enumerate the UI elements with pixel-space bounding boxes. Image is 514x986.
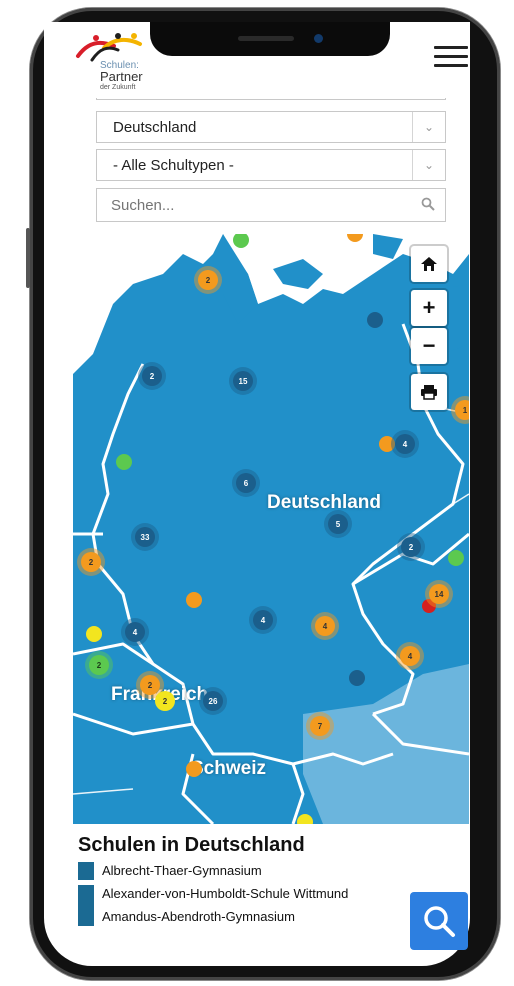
cluster-marker[interactable]: 4: [253, 610, 273, 630]
map-label-switzerland: Schweiz: [191, 758, 266, 779]
cluster-marker[interactable]: 4: [315, 616, 335, 636]
map-label-germany: Deutschland: [267, 492, 382, 513]
cluster-marker[interactable]: 14: [429, 584, 449, 604]
chevron-down-icon: ⌄: [412, 112, 445, 142]
search-field[interactable]: [96, 188, 446, 222]
cluster-marker[interactable]: 2: [140, 675, 160, 695]
map-home-button[interactable]: [411, 246, 447, 282]
cluster-marker[interactable]: 2: [198, 270, 218, 290]
search-icon[interactable]: [421, 197, 435, 211]
school-marker[interactable]: [186, 592, 202, 608]
print-icon: [421, 385, 437, 400]
logo-swoosh-icon: [76, 33, 142, 62]
school-marker[interactable]: [186, 761, 202, 777]
cluster-marker[interactable]: 4: [395, 434, 415, 454]
list-bullet: [78, 908, 94, 926]
chevron-down-icon: ⌄: [412, 150, 445, 180]
school-marker[interactable]: [116, 454, 132, 470]
hamburger-menu-icon[interactable]: [434, 46, 468, 68]
cluster-marker[interactable]: 4: [125, 622, 145, 642]
cluster-marker[interactable]: 2: [401, 537, 421, 557]
school-map[interactable]: + − Deutschland Frankreich Schweiz 2 2 1…: [73, 234, 469, 824]
list-title: Schulen in Deutschland: [78, 834, 305, 856]
school-type-select[interactable]: - Alle Schultypen - ⌄: [96, 149, 446, 181]
zoom-in-button[interactable]: +: [411, 290, 447, 326]
cluster-marker[interactable]: 6: [236, 473, 256, 493]
school-type-select-value: - Alle Schultypen -: [113, 157, 234, 174]
school-marker[interactable]: [86, 626, 102, 642]
list-item-label: Alexander-von-Humboldt-Schule Wittmund: [102, 886, 349, 901]
cluster-marker[interactable]: 5: [328, 514, 348, 534]
cluster-marker[interactable]: 26: [203, 691, 223, 711]
phone-notch: [150, 22, 390, 56]
school-marker[interactable]: [367, 312, 383, 328]
logo-line-2: Partner: [100, 69, 143, 84]
cluster-marker[interactable]: 2: [81, 552, 101, 572]
cluster-marker[interactable]: 2: [155, 691, 175, 711]
cluster-marker[interactable]: 7: [310, 716, 330, 736]
school-marker[interactable]: [297, 814, 313, 824]
search-input[interactable]: [109, 196, 403, 215]
map-base-layer: [73, 234, 469, 824]
list-item-label: Albrecht-Thaer-Gymnasium: [102, 863, 262, 878]
list-item[interactable]: Albrecht-Thaer-Gymnasium: [78, 860, 378, 880]
list-item[interactable]: Amandus-Abendroth-Gymnasium: [78, 906, 378, 926]
country-select[interactable]: Deutschland ⌄: [96, 111, 446, 143]
cluster-marker[interactable]: 33: [135, 527, 155, 547]
cluster-marker[interactable]: 4: [400, 646, 420, 666]
school-marker[interactable]: [448, 550, 464, 566]
search-icon: [424, 906, 455, 937]
country-select-value: Deutschland: [113, 119, 197, 136]
cluster-marker[interactable]: 15: [233, 371, 253, 391]
logo[interactable]: Schulen: Partner der Zukunft: [74, 30, 154, 92]
cluster-marker[interactable]: 2: [142, 366, 162, 386]
cluster-marker[interactable]: 2: [89, 655, 109, 675]
home-icon: [421, 257, 437, 271]
list-bullet: [78, 862, 94, 880]
list-item[interactable]: Alexander-von-Humboldt-Schule Wittmund: [78, 883, 378, 923]
school-list: Albrecht-Thaer-Gymnasium Alexander-von-H…: [78, 860, 378, 929]
cluster-marker[interactable]: 1: [455, 400, 469, 420]
zoom-out-button[interactable]: −: [411, 328, 447, 364]
search-fab-button[interactable]: [410, 892, 468, 950]
school-marker[interactable]: [379, 436, 395, 452]
logo-text: Schulen: Partner der Zukunft: [100, 60, 143, 93]
school-marker[interactable]: [349, 670, 365, 686]
list-item-label: Amandus-Abendroth-Gymnasium: [102, 909, 295, 924]
map-print-button[interactable]: [411, 374, 447, 410]
